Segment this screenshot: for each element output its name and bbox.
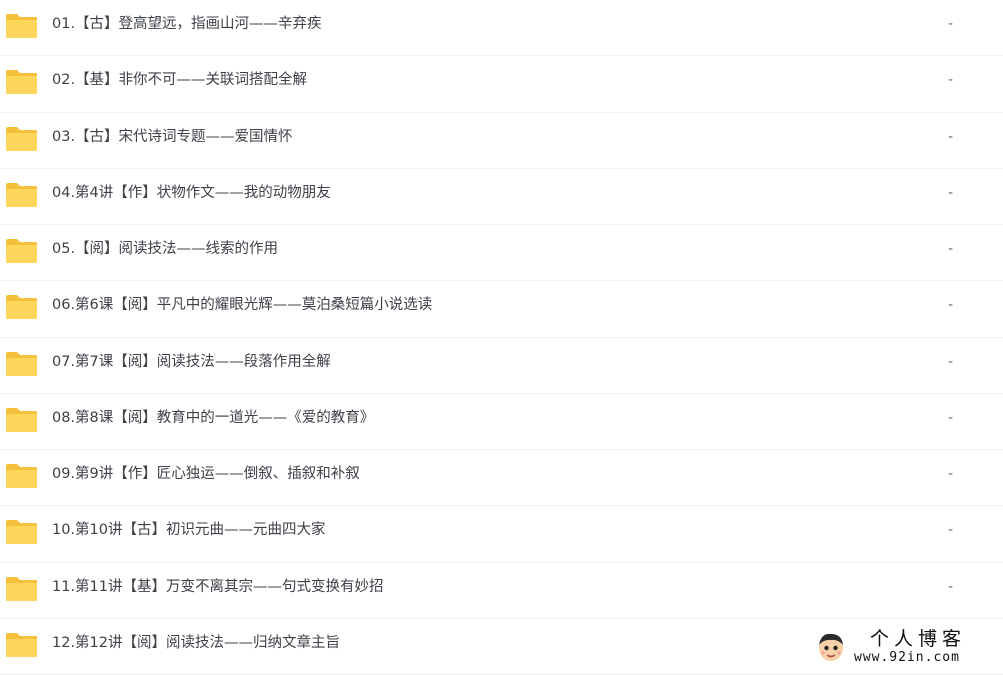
file-name[interactable]: 01.【古】登高望远，指画山河——辛弃疾 bbox=[52, 0, 322, 48]
file-list: 01.【古】登高望远，指画山河——辛弃疾 - 02.【基】非你不可——关联词搭配… bbox=[0, 0, 1003, 675]
file-size: - bbox=[948, 578, 954, 595]
file-size: - bbox=[948, 297, 954, 314]
file-row[interactable]: 04.第4讲【作】状物作文——我的动物朋友 - bbox=[0, 169, 1003, 225]
file-name[interactable]: 02.【基】非你不可——关联词搭配全解 bbox=[52, 56, 307, 104]
file-row[interactable]: 05.【阅】阅读技法——线索的作用 - bbox=[0, 225, 1003, 282]
watermark: 个人博客 www.92in.com bbox=[808, 626, 1003, 669]
file-size: - bbox=[948, 241, 954, 257]
file-name[interactable]: 04.第4讲【作】状物作文——我的动物朋友 bbox=[52, 169, 331, 217]
folder-icon bbox=[5, 351, 38, 377]
file-row[interactable]: 06.第6课【阅】平凡中的耀眼光辉——莫泊桑短篇小说选读 - bbox=[0, 281, 1003, 338]
file-size: - bbox=[948, 522, 954, 539]
file-size: - bbox=[948, 72, 954, 89]
file-name[interactable]: 09.第9讲【作】匠心独运——倒叙、插叙和补叙 bbox=[52, 450, 360, 498]
folder-icon bbox=[5, 576, 38, 602]
folder-icon bbox=[5, 294, 38, 320]
file-name[interactable]: 06.第6课【阅】平凡中的耀眼光辉——莫泊桑短篇小说选读 bbox=[52, 281, 432, 329]
file-size: - bbox=[948, 184, 954, 201]
folder-icon bbox=[5, 632, 38, 658]
folder-icon bbox=[5, 519, 38, 545]
file-name[interactable]: 12.第12讲【阅】阅读技法——归纳文章主旨 bbox=[52, 619, 340, 667]
file-name[interactable]: 08.第8课【阅】教育中的一道光——《爱的教育》 bbox=[52, 394, 374, 442]
file-row[interactable]: 08.第8课【阅】教育中的一道光——《爱的教育》 - bbox=[0, 394, 1003, 450]
file-row[interactable]: 09.第9讲【作】匠心独运——倒叙、插叙和补叙 - bbox=[0, 450, 1003, 507]
folder-icon bbox=[5, 182, 38, 208]
file-row[interactable]: 02.【基】非你不可——关联词搭配全解 - bbox=[0, 56, 1003, 113]
file-name[interactable]: 10.第10讲【古】初识元曲——元曲四大家 bbox=[52, 506, 326, 554]
file-size: - bbox=[948, 16, 954, 32]
file-size: - bbox=[948, 128, 954, 145]
file-name[interactable]: 07.第7课【阅】阅读技法——段落作用全解 bbox=[52, 338, 331, 386]
file-name[interactable]: 03.【古】宋代诗词专题——爱国情怀 bbox=[52, 113, 293, 161]
file-row[interactable]: 11.第11讲【基】万变不离其宗——句式变换有妙招 - bbox=[0, 563, 1003, 619]
folder-icon bbox=[5, 69, 38, 95]
file-size: - bbox=[948, 353, 954, 370]
folder-icon bbox=[5, 238, 38, 264]
file-size: - bbox=[948, 466, 954, 482]
folder-icon bbox=[5, 126, 38, 152]
folder-icon bbox=[5, 463, 38, 489]
file-row[interactable]: 10.第10讲【古】初识元曲——元曲四大家 - bbox=[0, 506, 1003, 563]
file-size: - bbox=[948, 409, 954, 426]
watermark-url: www.92in.com bbox=[854, 650, 960, 665]
file-row[interactable]: 03.【古】宋代诗词专题——爱国情怀 - bbox=[0, 113, 1003, 169]
folder-icon bbox=[5, 13, 38, 39]
cartoon-avatar-icon bbox=[816, 631, 846, 663]
folder-icon bbox=[5, 407, 38, 433]
file-name[interactable]: 05.【阅】阅读技法——线索的作用 bbox=[52, 225, 278, 273]
file-name[interactable]: 11.第11讲【基】万变不离其宗——句式变换有妙招 bbox=[52, 563, 384, 611]
file-row[interactable]: 07.第7课【阅】阅读技法——段落作用全解 - bbox=[0, 338, 1003, 394]
file-row[interactable]: 01.【古】登高望远，指画山河——辛弃疾 - bbox=[0, 0, 1003, 57]
